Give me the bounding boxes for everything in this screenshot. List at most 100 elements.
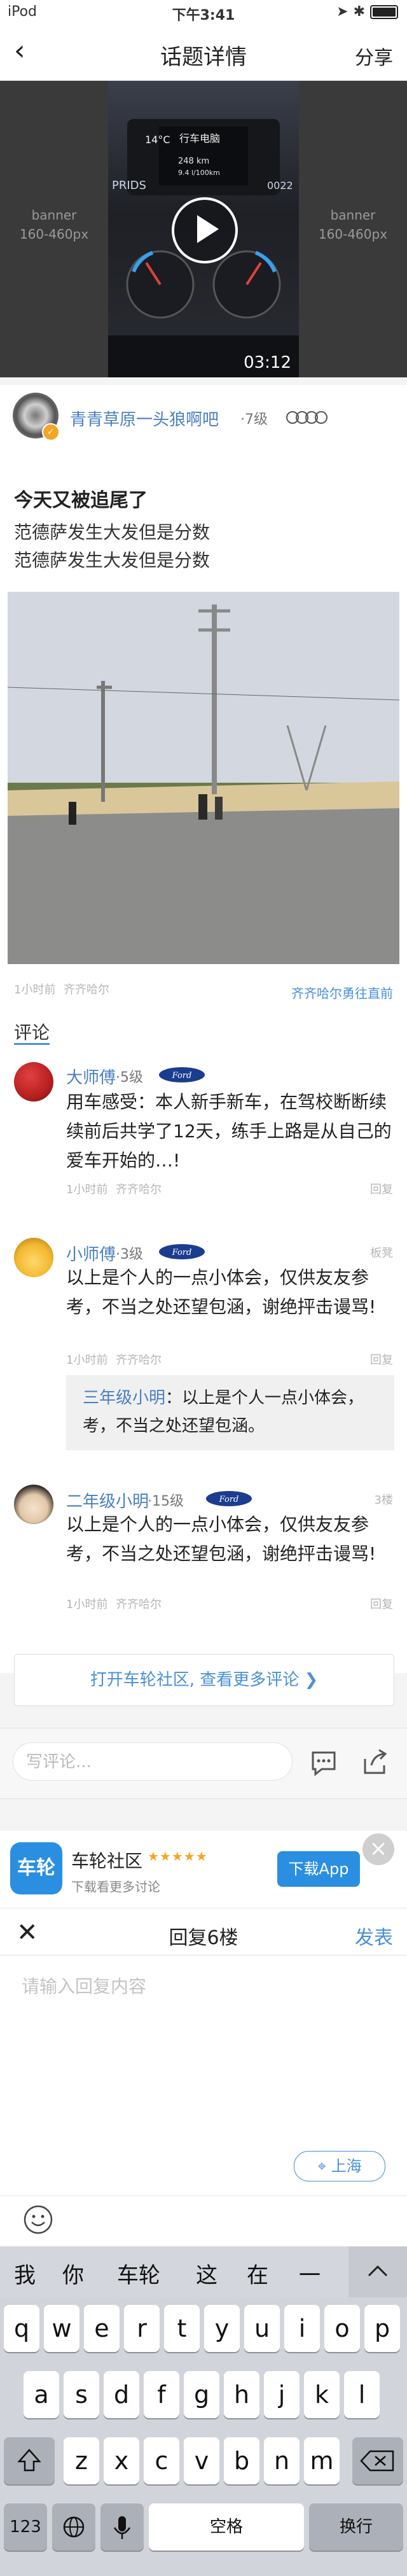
comment-floor: 3楼 — [374, 1494, 393, 1507]
location-pin-icon: ⌖ — [317, 2157, 331, 2175]
comment-text: 以上是个人的一点小体会，仅供友友参考，不当之处还望包涵，谢绝抨击谩骂! — [66, 1514, 376, 1564]
close-icon[interactable]: × — [362, 1833, 394, 1865]
post-title: 今天又被追尾了 — [14, 489, 148, 512]
reply-input[interactable]: 请输入回复内容 — [22, 1973, 146, 1998]
post-card: ✓ 青青草原一头狼啊吧 ·7级 今天又被追尾了 范德萨发生大发但是分数 范德萨发… — [0, 385, 407, 1044]
comments-heading-underline — [14, 1043, 50, 1045]
key[interactable]: z — [64, 2437, 99, 2484]
key[interactable]: s — [64, 2371, 99, 2418]
reply-button[interactable]: 回复 — [370, 1180, 393, 1197]
candidate-item[interactable]: 这 — [196, 2258, 217, 2289]
comment-author[interactable]: 大师傅 — [66, 1065, 116, 1088]
key[interactable]: g — [184, 2371, 219, 2418]
share-icon[interactable] — [360, 1749, 389, 1777]
play-icon[interactable] — [172, 197, 238, 263]
dash-consumption: 9.4 l/100km — [178, 169, 220, 177]
comment-location: 齐齐哈尔 — [116, 1183, 162, 1196]
reply-button[interactable]: 回复 — [370, 1351, 393, 1368]
comment-input[interactable]: 写评论... — [13, 1742, 293, 1781]
audi-logo-icon — [286, 411, 328, 424]
key[interactable]: x — [104, 2437, 139, 2484]
comments-heading: 评论 — [14, 1022, 50, 1043]
comment-location: 齐齐哈尔 — [116, 1598, 162, 1611]
promo-app-name: 车轮社区 — [71, 1851, 143, 1872]
page-title: 话题详情 — [160, 45, 247, 70]
key[interactable]: y — [204, 2305, 240, 2352]
open-community-button[interactable]: 打开车轮社区, 查看更多评论 ❯ — [14, 1654, 394, 1706]
key[interactable]: q — [4, 2305, 39, 2352]
key[interactable]: u — [244, 2305, 280, 2352]
key[interactable]: v — [184, 2437, 219, 2484]
banner-left[interactable]: banner 160-460px — [0, 81, 108, 377]
reply-panel: ✕ 回复6楼 发表 请输入回复内容 ⌖ 上海 — [0, 1909, 407, 2246]
share-button[interactable]: 分享 — [355, 42, 393, 70]
comment-author[interactable]: 二年级小明 — [66, 1488, 149, 1512]
banner-right-label: banner — [330, 207, 376, 223]
ford-logo-icon: Ford — [206, 1491, 252, 1506]
comment-avatar[interactable] — [14, 1485, 53, 1524]
location-tag[interactable]: ⌖ 上海 — [294, 2151, 385, 2181]
comment-author[interactable]: 小师傅 — [66, 1242, 116, 1265]
verified-badge-icon: ✓ — [42, 423, 60, 441]
candidate-item[interactable]: 你 — [62, 2258, 84, 2289]
key[interactable]: j — [264, 2371, 300, 2418]
key[interactable]: e — [84, 2305, 120, 2352]
publish-button[interactable]: 发表 — [355, 1922, 393, 1950]
status-right: ➤ ✱ — [336, 4, 398, 20]
candidate-item[interactable]: 一 — [299, 2258, 321, 2289]
ford-badge-text: Ford — [172, 1071, 192, 1081]
numbers-key[interactable]: 123 — [4, 2503, 47, 2551]
banner-right-size: 160-460px — [318, 227, 388, 242]
banner-right[interactable]: banner 160-460px — [299, 81, 407, 377]
comment-level: ·15级 — [148, 1494, 184, 1509]
key[interactable]: d — [104, 2371, 139, 2418]
space-key[interactable]: 空格 — [149, 2503, 304, 2551]
key[interactable]: i — [284, 2305, 320, 2352]
chevron-up-icon[interactable] — [348, 2246, 407, 2297]
key[interactable]: l — [344, 2371, 380, 2418]
enter-key[interactable]: 换行 — [309, 2503, 403, 2551]
key[interactable]: m — [304, 2437, 340, 2484]
backspace-key[interactable] — [352, 2437, 403, 2484]
quoted-author[interactable]: 三年级小明 — [83, 1389, 165, 1408]
key[interactable]: p — [364, 2305, 400, 2352]
comment-avatar[interactable] — [14, 1238, 53, 1277]
microphone-key[interactable] — [100, 2503, 144, 2551]
comment-icon[interactable] — [309, 1749, 338, 1777]
candidate-item[interactable]: 在 — [247, 2258, 268, 2289]
key[interactable]: w — [44, 2305, 79, 2352]
key[interactable]: a — [24, 2371, 59, 2418]
comment-level: ·3级 — [116, 1247, 143, 1263]
post-location: 齐齐哈尔 — [64, 983, 109, 997]
key[interactable]: o — [324, 2305, 360, 2352]
reply-button[interactable]: 回复 — [370, 1595, 393, 1612]
post-tag[interactable]: 齐齐哈尔勇往直前 — [291, 983, 393, 1002]
key[interactable]: f — [144, 2371, 179, 2418]
app-logo: 车轮 — [10, 1842, 62, 1894]
divider — [0, 2195, 407, 2196]
post-time: 1小时前 — [14, 983, 56, 997]
key[interactable]: b — [224, 2437, 259, 2484]
key[interactable]: c — [144, 2437, 179, 2484]
shift-key[interactable] — [4, 2437, 55, 2484]
location-label: 上海 — [331, 2157, 362, 2175]
key[interactable]: h — [224, 2371, 259, 2418]
key[interactable]: n — [264, 2437, 300, 2484]
key[interactable]: k — [304, 2371, 340, 2418]
comment-time: 1小时前 — [66, 1598, 108, 1611]
nav-bar: ‹ 话题详情 分享 — [0, 25, 407, 81]
candidate-item[interactable]: 我 — [14, 2258, 36, 2289]
globe-key[interactable] — [52, 2503, 95, 2551]
key[interactable]: t — [164, 2305, 200, 2352]
candidate-item[interactable]: 车轮 — [117, 2258, 160, 2289]
key[interactable]: r — [124, 2305, 160, 2352]
emoji-icon[interactable] — [23, 2204, 53, 2235]
comment-avatar[interactable] — [14, 1062, 53, 1102]
keyboard: q w e r t y u i o p a s d f g h j k l z … — [0, 2297, 407, 2576]
post-photo[interactable] — [8, 592, 399, 964]
download-app-button[interactable]: 下载App — [277, 1851, 360, 1887]
app-promo: 车轮 车轮社区 ★★★★★ 下载看更多讨论 下载App — [0, 1831, 407, 1907]
dash-distance: 248 km — [178, 157, 209, 166]
video-player[interactable]: 14°C 行车电脑 248 km 9.4 l/100km PRIDS 0022 … — [108, 81, 299, 377]
author-name[interactable]: 青青草原一头狼啊吧 — [70, 407, 219, 430]
